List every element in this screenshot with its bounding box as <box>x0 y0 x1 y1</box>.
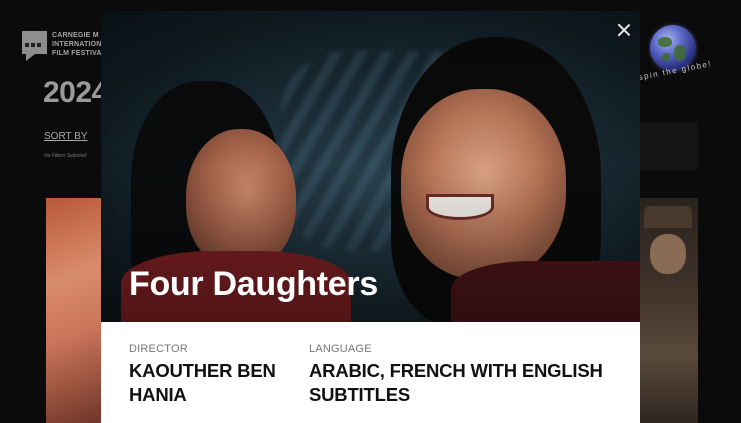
film-title: Four Daughters <box>129 265 378 303</box>
logo-line: CARNEGIE M <box>52 32 99 39</box>
language-label: LANGUAGE <box>309 343 372 355</box>
spin-globe-widget[interactable]: spin the globe! <box>630 22 720 94</box>
language-value: ARABIC, FRENCH WITH ENGLISH SUBTITLES <box>309 360 603 405</box>
logo-line: INTERNATION <box>52 41 102 48</box>
language-section: LANGUAGE ARABIC, FRENCH WITH ENGLISH SUB… <box>309 322 609 407</box>
festival-logo[interactable]: CARNEGIE M INTERNATION FILM FESTIVA <box>22 31 102 61</box>
filter-status: No Filters Selected <box>44 153 87 159</box>
director-label: DIRECTOR <box>129 343 188 355</box>
director-value: KAOUTHER BEN HANIA <box>129 360 276 405</box>
year-heading: 2024 <box>43 76 108 109</box>
logo-mark-icon <box>22 31 47 61</box>
film-card-thumbnail[interactable] <box>46 198 106 423</box>
logo-line: FILM FESTIVA <box>52 50 102 57</box>
film-card-thumbnail[interactable] <box>638 198 698 423</box>
logo-text: CARNEGIE M INTERNATION FILM FESTIVA <box>52 31 102 58</box>
sort-by-link[interactable]: SORT BY <box>44 131 88 142</box>
film-detail-modal: Four Daughters DIRECTOR KAOUTHER BEN HAN… <box>101 11 640 423</box>
close-icon[interactable] <box>615 21 633 39</box>
film-info-panel: DIRECTOR KAOUTHER BEN HANIA LANGUAGE ARA… <box>101 322 640 423</box>
director-section: DIRECTOR KAOUTHER BEN HANIA <box>129 322 289 407</box>
